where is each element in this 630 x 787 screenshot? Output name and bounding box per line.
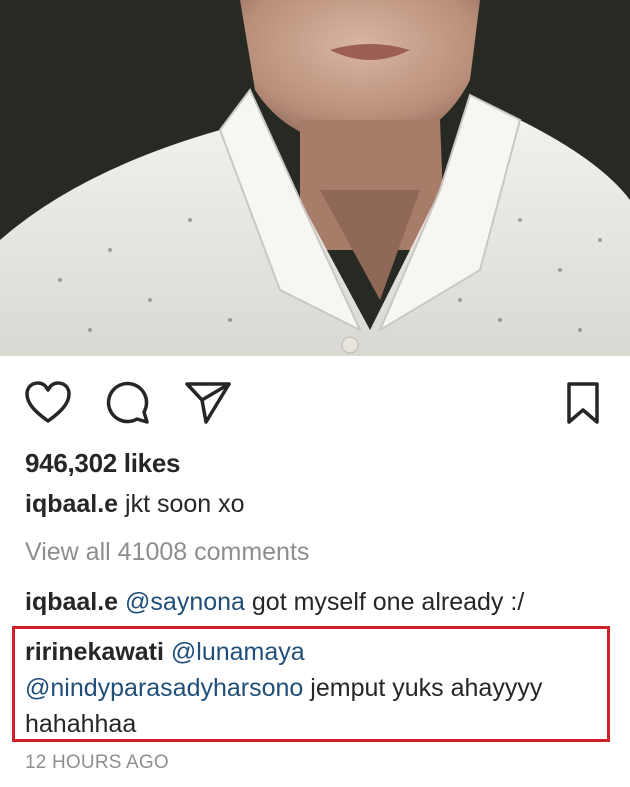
comment-mention[interactable]: @lunamaya	[171, 638, 305, 666]
like-button[interactable]	[23, 378, 73, 428]
caption-text: jkt soon xo	[118, 490, 245, 518]
bookmark-icon	[567, 382, 599, 424]
comment-mention[interactable]: @saynona	[125, 588, 245, 616]
send-icon	[185, 382, 231, 424]
comment-mention[interactable]: @nindyparasadyharsono	[25, 674, 303, 702]
post-actions	[0, 378, 630, 428]
highlighted-comment-item: ririnekawati @lunamaya @nindyparasadyhar…	[25, 634, 605, 742]
photo-illustration	[0, 0, 630, 356]
save-button[interactable]	[558, 378, 608, 428]
heart-icon	[25, 381, 71, 423]
caption-username[interactable]: iqbaal.e	[25, 490, 118, 518]
comment-username[interactable]: iqbaal.e	[25, 588, 118, 616]
comment-text: got myself one already :/	[244, 588, 525, 616]
comment-icon	[106, 381, 149, 424]
likes-count[interactable]: 946,302 likes	[25, 448, 180, 479]
share-button[interactable]	[183, 378, 233, 428]
comment-username[interactable]: ririnekawati	[25, 638, 164, 666]
comment-button[interactable]	[103, 378, 153, 428]
post-caption: iqbaal.e jkt soon xo	[25, 490, 245, 519]
view-all-comments-link[interactable]: View all 41008 comments	[25, 538, 309, 567]
post-photo[interactable]	[0, 0, 630, 356]
post-timestamp: 12 HOURS AGO	[25, 752, 169, 773]
comment-item: iqbaal.e @saynona got myself one already…	[25, 588, 524, 617]
